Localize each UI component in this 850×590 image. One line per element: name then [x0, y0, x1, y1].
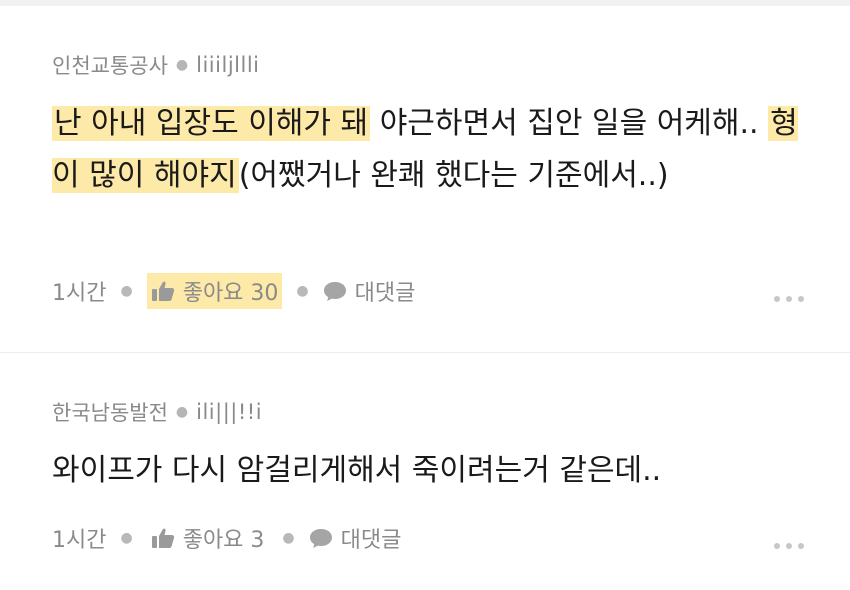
comment-text-highlighted: 난 아내 입장도 이해가 돼	[52, 106, 371, 141]
comment-text: 야근하면서 집안 일을 어케해..	[370, 106, 769, 141]
thumbs-up-icon	[151, 528, 174, 548]
comment-text: (어쨌거나 완쾌 했다는 기준에서..)	[238, 158, 669, 193]
comment-text: 와이프가 다시 암걸리게해서 죽이려는거 같은데..	[52, 453, 662, 488]
separator-dot: ●	[120, 530, 133, 546]
reply-label: 대댓글	[340, 528, 402, 553]
comment-item: 한국남동발전 ● ili|||!!i 와이프가 다시 암걸리게해서 죽이려는거 …	[0, 353, 850, 590]
author-name[interactable]: 한국남동발전	[52, 397, 168, 427]
comment-item: 인천교통공사 ● liiiljllli 난 아내 입장도 이해가 돼 야근하면서…	[0, 6, 850, 353]
comment-footer: 1시간 ● 좋아요 30 ● 대댓글	[52, 273, 415, 309]
comment-body: 와이프가 다시 암걸리게해서 죽이려는거 같은데..	[52, 445, 812, 497]
separator-dot: ●	[175, 404, 189, 420]
comment-header: 인천교통공사 ● liiiljllli	[52, 50, 260, 80]
separator-dot: ●	[175, 57, 189, 73]
like-label: 좋아요 3	[182, 528, 265, 553]
more-dots-icon[interactable]	[774, 543, 804, 549]
separator-dot: ●	[282, 530, 295, 546]
like-button[interactable]: 좋아요 30	[146, 273, 283, 309]
separator-dot: ●	[296, 283, 309, 299]
comment-footer: 1시간 ● 좋아요 3 ● 대댓글	[52, 520, 401, 556]
reply-button[interactable]: 대댓글	[323, 275, 416, 307]
author-nickname[interactable]: ili|||!!i	[196, 400, 262, 424]
thumbs-up-icon	[151, 281, 174, 301]
reply-label: 대댓글	[354, 281, 416, 306]
comment-time: 1시간	[52, 528, 107, 553]
like-label: 좋아요 30	[182, 281, 279, 306]
separator-dot: ●	[120, 283, 133, 299]
author-name[interactable]: 인천교통공사	[52, 50, 168, 80]
comment-time: 1시간	[52, 281, 107, 306]
author-nickname[interactable]: liiiljllli	[196, 53, 259, 77]
like-button[interactable]: 좋아요 3	[147, 520, 269, 556]
comment-header: 한국남동발전 ● ili|||!!i	[52, 397, 262, 427]
speech-bubble-icon	[309, 529, 332, 548]
speech-bubble-icon	[323, 282, 346, 301]
more-dots-icon[interactable]	[774, 296, 804, 302]
reply-button[interactable]: 대댓글	[309, 522, 402, 554]
comment-body: 난 아내 입장도 이해가 돼 야근하면서 집안 일을 어케해.. 형이 많이 해…	[52, 98, 812, 202]
